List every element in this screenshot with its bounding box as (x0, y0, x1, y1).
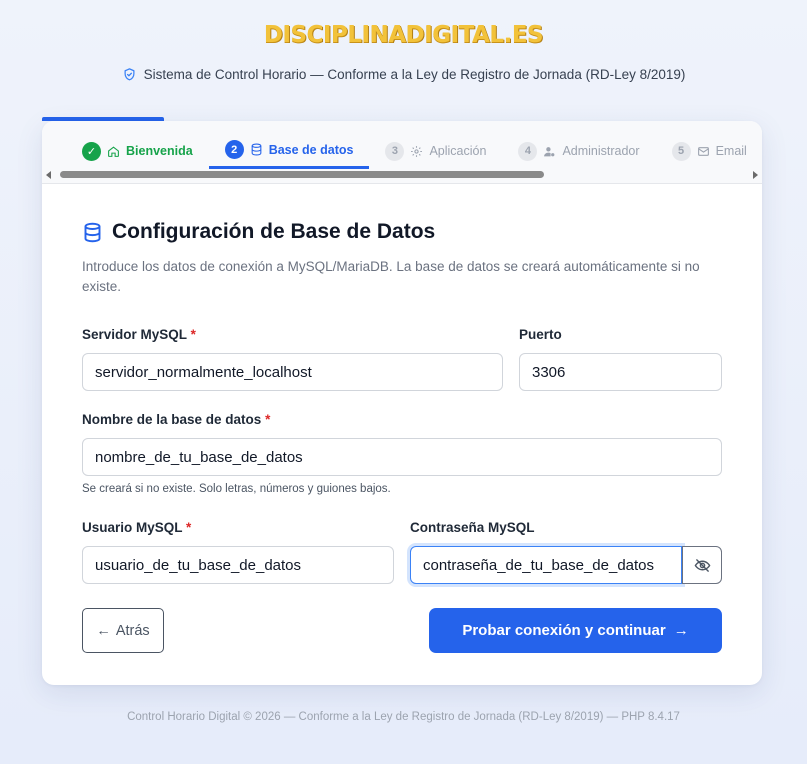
step-label: Administrador (562, 144, 640, 158)
user-icon (544, 146, 555, 156)
form-description: Introduce los datos de conexión a MySQL/… (82, 259, 700, 294)
user-input[interactable] (82, 546, 394, 584)
steps-nav: ✓ Bienvenida 2 Base de datos 3 Aplicació… (42, 121, 762, 184)
scroll-right-icon[interactable] (753, 171, 758, 179)
step-number: 5 (671, 141, 691, 161)
step-aplicacion[interactable]: 3 Aplicación (369, 133, 502, 169)
subtitle-text: Sistema de Control Horario — Conforme a … (143, 67, 686, 82)
mail-icon (697, 146, 709, 156)
page-footer: Control Horario Digital © 2026 — Conform… (127, 711, 680, 723)
port-label-text: Puerto (519, 327, 562, 342)
back-button[interactable]: ← Atrás (82, 608, 164, 653)
scroll-left-icon[interactable] (46, 171, 51, 179)
server-label-text: Servidor MySQL (82, 327, 187, 342)
shield-check-icon (124, 68, 135, 81)
user-label: Usuario MySQL * (82, 520, 191, 535)
step-number: 2 (224, 140, 244, 159)
dbname-label: Nombre de la base de datos * (82, 412, 270, 427)
test-connection-button[interactable]: Probar conexión y continuar → (429, 608, 722, 653)
server-input[interactable] (82, 353, 503, 391)
eye-off-icon (694, 558, 710, 572)
port-label: Puerto (519, 327, 562, 342)
password-label-text: Contraseña MySQL (410, 520, 535, 535)
header-subtitle: Sistema de Control Horario — Conforme a … (0, 67, 807, 82)
dbname-hint: Se creará si no existe. Solo letras, núm… (82, 483, 391, 495)
required-mark: * (190, 327, 196, 342)
arrow-left-icon: ← (96, 622, 111, 639)
arrow-right-icon: → (673, 622, 689, 639)
step-label: Base de datos (268, 142, 354, 157)
step-label: Bienvenida (126, 144, 193, 158)
toggle-password-button[interactable] (682, 546, 722, 584)
home-icon (108, 145, 119, 157)
user-label-text: Usuario MySQL (82, 520, 183, 535)
step-label: Aplicación (429, 144, 487, 158)
steps-scrollbar[interactable] (42, 169, 762, 179)
step-number: 4 (518, 141, 538, 161)
scrollbar-thumb[interactable] (60, 171, 544, 178)
step-administrador[interactable]: 4 Administrador (502, 133, 655, 169)
step-email[interactable]: 5 Email (656, 133, 762, 169)
required-mark: * (186, 520, 192, 535)
port-input[interactable] (519, 353, 722, 391)
brand-logo: DISCIPLINADIGITAL.ES (263, 22, 544, 48)
check-icon: ✓ (82, 141, 101, 161)
required-mark: * (265, 412, 271, 427)
step-bienvenida[interactable]: ✓ Bienvenida (82, 133, 209, 169)
database-icon (251, 143, 262, 156)
page-title: Configuración de Base de Datos (112, 220, 436, 243)
server-label: Servidor MySQL * (82, 327, 196, 342)
step-number: 3 (385, 141, 405, 161)
back-label: Atrás (115, 622, 150, 639)
form-heading: Configuración de Base de Datos (82, 220, 435, 244)
password-label: Contraseña MySQL (410, 520, 535, 535)
step-base-de-datos[interactable]: 2 Base de datos (208, 133, 370, 169)
installer-card: ✓ Bienvenida 2 Base de datos 3 Aplicació… (42, 121, 762, 685)
step-label: Email (715, 144, 747, 158)
dbname-input[interactable] (82, 438, 722, 476)
gear-icon (411, 145, 423, 157)
database-icon (84, 222, 101, 242)
password-input[interactable] (410, 546, 682, 584)
submit-label: Probar conexión y continuar (462, 622, 666, 639)
dbname-label-text: Nombre de la base de datos (82, 412, 262, 427)
